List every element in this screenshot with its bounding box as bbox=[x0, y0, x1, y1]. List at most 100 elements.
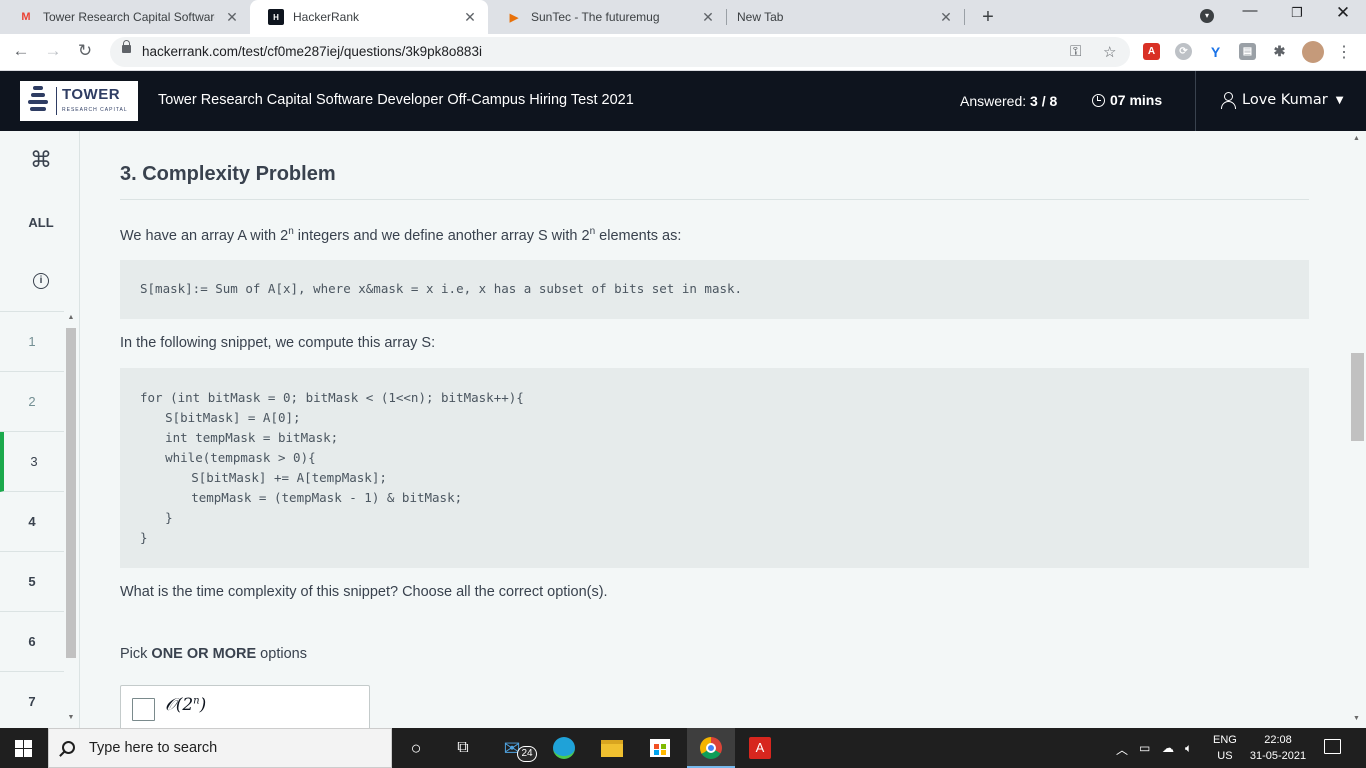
new-tab-button[interactable]: + bbox=[978, 6, 998, 29]
address-bar[interactable]: hackerrank.com/test/cf0me287iej/question… bbox=[110, 37, 1130, 67]
logo-subtext: RESEARCH CAPITAL bbox=[62, 107, 128, 113]
close-icon[interactable]: ✕ bbox=[938, 9, 954, 25]
scroll-down-icon[interactable]: ▼ bbox=[66, 714, 76, 721]
puzzle-icon[interactable]: ✱ bbox=[1271, 43, 1288, 60]
sidebar-scrollbar[interactable]: ▲ ▼ bbox=[64, 312, 78, 728]
lock-icon bbox=[122, 40, 131, 53]
tab-suntec[interactable]: ▶ SunTec - The futuremug ✕ bbox=[488, 0, 726, 34]
snippet-intro: In the following snippet, we compute thi… bbox=[120, 335, 436, 351]
store-icon[interactable] bbox=[648, 736, 672, 760]
code-line: while(tempmask > 0){ bbox=[135, 450, 316, 465]
user-name: Love Kumar bbox=[1242, 92, 1328, 108]
save-extension-icon[interactable]: ▤ bbox=[1239, 43, 1256, 60]
close-window-icon[interactable]: ✕ bbox=[1331, 3, 1355, 23]
user-menu[interactable]: Love Kumar ▼ bbox=[1220, 91, 1343, 109]
back-icon[interactable]: ← bbox=[10, 41, 32, 61]
question-nav-item[interactable]: 2 bbox=[0, 372, 64, 432]
code-line: int tempMask = bitMask; bbox=[135, 430, 339, 445]
tray-chevron-up-icon[interactable]: ︿ bbox=[1116, 741, 1128, 758]
browser-tab-strip: M Tower Research Capital Software ✕ H Ha… bbox=[0, 0, 1366, 34]
search-icon bbox=[62, 741, 75, 754]
windows-taskbar: Type here to search ○ ⧉ ✉ 24 A ︿ ▭ ☁ 🔈︎ … bbox=[0, 728, 1366, 768]
volume-icon[interactable]: 🔈︎ bbox=[1185, 741, 1192, 756]
timer: 07 mins bbox=[1092, 92, 1162, 108]
maximize-icon[interactable]: ❐ bbox=[1285, 5, 1309, 21]
windows-start-icon[interactable] bbox=[15, 740, 32, 757]
input-language[interactable]: ENG US bbox=[1213, 732, 1237, 764]
search-placeholder: Type here to search bbox=[89, 740, 218, 756]
close-icon[interactable]: ✕ bbox=[700, 9, 716, 25]
code-line: S[bitMask] = A[0]; bbox=[135, 410, 301, 425]
profile-avatar[interactable] bbox=[1302, 41, 1324, 63]
notification-icon[interactable] bbox=[1324, 739, 1341, 754]
option-label[interactable]: 𝒪(2n) bbox=[165, 695, 206, 715]
scrollbar-thumb[interactable] bbox=[66, 328, 76, 658]
code-snippet: for (int bitMask = 0; bitMask < (1<<n); … bbox=[120, 368, 1309, 568]
question-intro: We have an array A with 2n integers and … bbox=[120, 226, 682, 244]
question-nav-item[interactable]: 5 bbox=[0, 552, 64, 612]
cortana-icon[interactable]: ○ bbox=[404, 736, 428, 760]
code-line: tempMask = (tempMask - 1) & bitMask; bbox=[131, 490, 463, 505]
scroll-up-icon[interactable]: ▲ bbox=[1353, 135, 1360, 142]
question-nav-item[interactable]: 1 bbox=[0, 312, 64, 372]
pdf-extension-icon[interactable]: A bbox=[1143, 43, 1160, 60]
battery-icon[interactable]: ▭ bbox=[1139, 741, 1150, 755]
bookmark-star-icon[interactable]: ☆ bbox=[1103, 43, 1116, 61]
forward-icon[interactable]: → bbox=[42, 41, 64, 61]
logo-text: TOWER bbox=[62, 86, 121, 103]
test-title: Tower Research Capital Software Develope… bbox=[158, 92, 634, 108]
user-icon bbox=[1220, 91, 1236, 109]
question-nav-item[interactable]: 4 bbox=[0, 492, 64, 552]
code-line: S[bitMask] += A[tempMask]; bbox=[131, 470, 387, 485]
tab-new-tab[interactable]: New Tab ✕ bbox=[726, 0, 964, 34]
system-clock[interactable]: 22:08 31-05-2021 bbox=[1248, 732, 1308, 764]
question-sidebar: ⌘ ALL i 1 2 3 4 5 6 7 ▲ ▼ bbox=[0, 131, 82, 732]
tab-hackerrank[interactable]: H HackerRank ✕ bbox=[250, 0, 488, 34]
title-divider bbox=[120, 199, 1309, 200]
code-line: for (int bitMask = 0; bitMask < (1<<n); … bbox=[140, 390, 524, 405]
tab-gmail[interactable]: M Tower Research Capital Software ✕ bbox=[0, 0, 250, 34]
scrollbar-thumb[interactable] bbox=[1351, 353, 1364, 441]
answer-option[interactable]: 𝒪(2n) bbox=[120, 685, 370, 728]
onedrive-icon[interactable]: ☁ bbox=[1162, 741, 1174, 755]
option-checkbox[interactable] bbox=[132, 698, 155, 721]
hackerrank-icon: H bbox=[268, 9, 284, 25]
menu-icon[interactable]: ⋮ bbox=[1336, 42, 1352, 62]
page-scrollbar[interactable]: ▲ ▼ bbox=[1350, 131, 1366, 728]
test-header: TOWER RESEARCH CAPITAL Tower Research Ca… bbox=[0, 71, 1366, 131]
key-icon[interactable]: ⚿ bbox=[1070, 43, 1081, 60]
info-icon[interactable]: i bbox=[33, 273, 49, 289]
scroll-down-icon[interactable]: ▼ bbox=[1353, 715, 1360, 722]
task-view-icon[interactable]: ⧉ bbox=[451, 736, 475, 760]
tab-search-icon[interactable]: ▾ bbox=[1195, 5, 1219, 23]
edge-icon[interactable] bbox=[552, 736, 576, 760]
tab-title: HackerRank bbox=[293, 10, 360, 24]
question-panel: 3. Complexity Problem We have an array A… bbox=[80, 131, 1350, 728]
tab-title: Tower Research Capital Software bbox=[43, 10, 215, 24]
scroll-up-icon[interactable]: ▲ bbox=[66, 314, 76, 321]
question-nav-item[interactable]: 7 bbox=[0, 672, 64, 732]
code-line: } bbox=[135, 510, 173, 525]
question-nav-item[interactable]: 6 bbox=[0, 612, 64, 672]
acrobat-icon[interactable]: A bbox=[748, 736, 772, 760]
command-icon[interactable]: ⌘ bbox=[0, 147, 82, 173]
vpn-extension-icon[interactable]: Y bbox=[1207, 43, 1224, 60]
file-explorer-icon[interactable] bbox=[600, 736, 624, 760]
mail-badge: 24 bbox=[517, 746, 537, 762]
logo-mark-icon bbox=[28, 86, 48, 116]
close-icon[interactable]: ✕ bbox=[224, 9, 240, 25]
suntec-icon: ▶ bbox=[509, 11, 519, 24]
definition-block: S[mask]:= Sum of A[x], where x&mask = x … bbox=[120, 260, 1309, 319]
taskbar-search[interactable]: Type here to search bbox=[48, 728, 392, 768]
definition-text: S[mask]:= Sum of A[x], where x&mask = x … bbox=[140, 281, 743, 296]
minimize-icon[interactable]: — bbox=[1238, 2, 1262, 19]
all-questions-button[interactable]: ALL bbox=[0, 215, 82, 230]
close-icon[interactable]: ✕ bbox=[462, 9, 478, 25]
chevron-down-icon: ▼ bbox=[1335, 94, 1344, 106]
question-nav-item-current[interactable]: 3 bbox=[0, 432, 64, 492]
answered-counter: Answered: 3 / 8 bbox=[960, 93, 1058, 109]
chrome-icon[interactable] bbox=[699, 736, 723, 760]
extension-icon[interactable]: ⟳ bbox=[1175, 43, 1192, 60]
url-text[interactable]: hackerrank.com/test/cf0me287iej/question… bbox=[142, 44, 482, 59]
reload-icon[interactable]: ↻ bbox=[74, 41, 96, 61]
